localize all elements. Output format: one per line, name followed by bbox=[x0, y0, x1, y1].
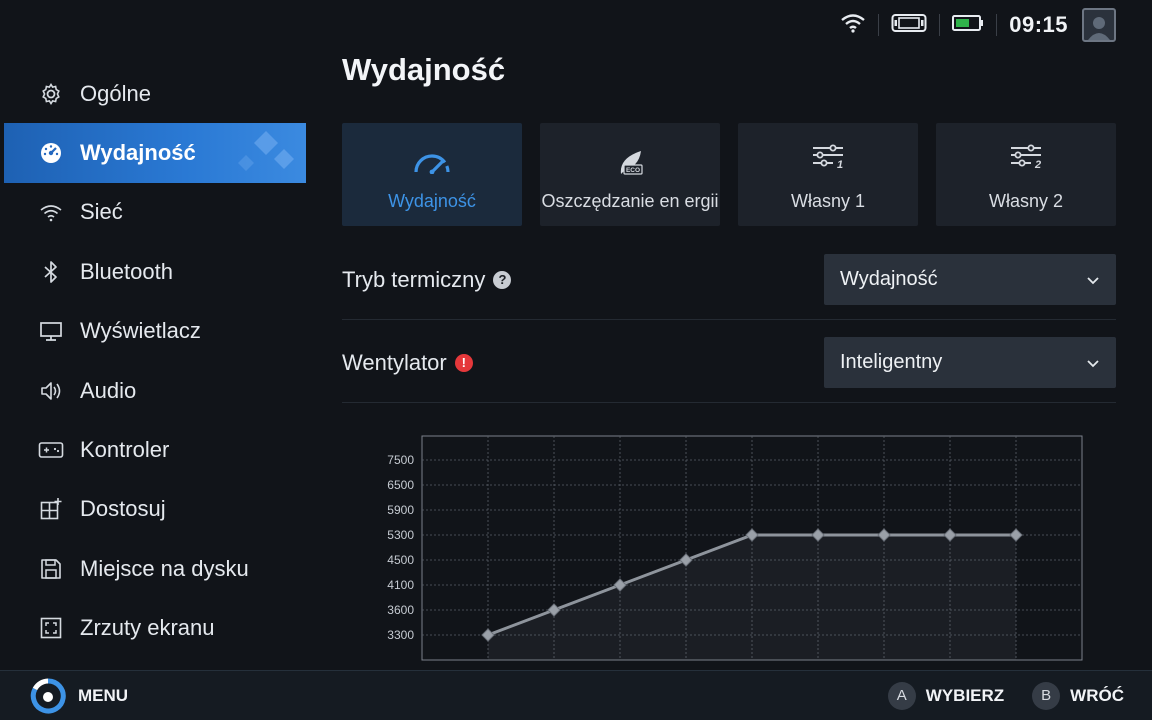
sidebar: Ogólne Wydajność Sieć Bluetooth Wyświetl… bbox=[0, 64, 306, 658]
status-divider bbox=[939, 14, 941, 36]
y-tick-label: 6500 bbox=[387, 478, 414, 492]
y-tick-label: 3600 bbox=[387, 603, 414, 617]
diamond-pattern-decoration bbox=[238, 131, 294, 172]
select-hint[interactable]: A WYBIERZ bbox=[887, 681, 1005, 710]
warning-icon[interactable]: ! bbox=[454, 353, 473, 372]
gear-icon bbox=[38, 81, 64, 107]
mode-label: Oszczędzanie en ergii bbox=[541, 190, 719, 211]
fan-dropdown[interactable]: Inteligentny bbox=[824, 337, 1116, 388]
mode-power-saving[interactable]: ECO Oszczędzanie en ergii bbox=[540, 123, 720, 226]
wifi-icon bbox=[840, 13, 866, 38]
sidebar-item-audio[interactable]: Audio bbox=[0, 361, 306, 420]
y-tick-label: 4100 bbox=[387, 578, 414, 592]
svg-text:1: 1 bbox=[837, 159, 843, 171]
wifi-icon bbox=[38, 199, 64, 225]
app-logo-icon[interactable] bbox=[30, 677, 66, 714]
mode-label: Własny 1 bbox=[790, 190, 866, 211]
y-tick-label: 4500 bbox=[387, 553, 414, 567]
select-label: WYBIERZ bbox=[925, 685, 1005, 705]
chevron-down-icon bbox=[1086, 268, 1100, 291]
mode-custom-2[interactable]: 2 Własny 2 bbox=[936, 123, 1116, 226]
b-button-icon: B bbox=[1032, 681, 1061, 710]
mode-custom-1[interactable]: 1 Własny 1 bbox=[738, 123, 918, 226]
clock: 09:15 bbox=[1009, 12, 1068, 37]
back-hint[interactable]: B WRÓĆ bbox=[1032, 681, 1124, 710]
curve-area bbox=[488, 535, 1016, 660]
mode-selector: Wydajność ECO Oszczędzanie en ergii 1 Wł… bbox=[342, 123, 1116, 226]
thermal-mode-value: Wydajność bbox=[840, 268, 938, 290]
sliders-2-icon: 2 bbox=[1009, 144, 1043, 180]
sidebar-item-label: Sieć bbox=[80, 199, 123, 225]
sidebar-item-zrzuty-ekranu[interactable]: Zrzuty ekranu bbox=[0, 599, 306, 658]
sidebar-item-bluetooth[interactable]: Bluetooth bbox=[0, 242, 306, 301]
performance-icon bbox=[38, 140, 64, 166]
mode-label: Wydajność bbox=[388, 190, 476, 211]
thermal-mode-dropdown[interactable]: Wydajność bbox=[824, 254, 1116, 305]
monitor-icon bbox=[38, 318, 64, 344]
page-title: Wydajność bbox=[342, 52, 506, 87]
sidebar-item-wydajnosc[interactable]: Wydajność bbox=[4, 123, 306, 183]
help-icon[interactable]: ? bbox=[493, 270, 512, 289]
screenshot-icon bbox=[38, 615, 64, 641]
mode-performance[interactable]: Wydajność bbox=[342, 123, 522, 226]
sidebar-item-wyswietlacz[interactable]: Wyświetlacz bbox=[0, 302, 306, 361]
sidebar-item-siec[interactable]: Sieć bbox=[0, 183, 306, 242]
y-tick-label: 7500 bbox=[387, 453, 414, 467]
thermal-mode-label: Tryb termiczny bbox=[342, 266, 486, 292]
back-label: WRÓĆ bbox=[1070, 685, 1124, 705]
divider bbox=[342, 402, 1116, 403]
fan-label: Wentylator bbox=[342, 349, 447, 375]
sidebar-item-label: Kontroler bbox=[80, 437, 170, 463]
fan-row: Wentylator ! Inteligentny bbox=[342, 337, 1116, 388]
sidebar-item-label: Audio bbox=[80, 377, 137, 403]
sidebar-item-label: Dostosuj bbox=[80, 496, 166, 522]
svg-text:ECO: ECO bbox=[626, 167, 640, 174]
customize-icon bbox=[38, 496, 64, 522]
fan-label-group: Wentylator ! bbox=[342, 350, 473, 376]
sidebar-item-kontroler[interactable]: Kontroler bbox=[0, 420, 306, 479]
sidebar-item-miejsce-na-dysku[interactable]: Miejsce na dysku bbox=[0, 539, 306, 598]
sidebar-item-label: Ogólne bbox=[80, 80, 151, 106]
svg-text:2: 2 bbox=[1034, 159, 1041, 171]
speedometer-icon bbox=[412, 150, 452, 180]
sliders-1-icon: 1 bbox=[811, 144, 845, 180]
sidebar-item-label: Zrzuty ekranu bbox=[80, 615, 215, 641]
divider bbox=[342, 319, 1116, 320]
thermal-mode-label-group: Tryb termiczny ? bbox=[342, 266, 512, 293]
sidebar-item-ogolne[interactable]: Ogólne bbox=[0, 64, 306, 123]
sidebar-item-label: Wyświetlacz bbox=[80, 318, 201, 344]
sidebar-item-label: Bluetooth bbox=[80, 258, 173, 284]
status-divider bbox=[878, 14, 880, 36]
menu-label[interactable]: MENU bbox=[78, 686, 128, 706]
y-tick-label: 5900 bbox=[387, 503, 414, 517]
status-divider bbox=[996, 14, 998, 36]
chevron-down-icon bbox=[1086, 351, 1100, 374]
button-hints: A WYBIERZ B WRÓĆ bbox=[887, 681, 1124, 710]
speaker-icon bbox=[38, 378, 64, 404]
eco-leaf-icon: ECO bbox=[615, 148, 645, 184]
sidebar-item-label: Miejsce na dysku bbox=[80, 555, 249, 581]
bottom-bar: MENU A WYBIERZ B WRÓĆ bbox=[0, 670, 1152, 720]
battery-icon bbox=[952, 14, 984, 37]
y-tick-label: 3300 bbox=[387, 628, 414, 642]
handheld-icon bbox=[891, 13, 927, 38]
bluetooth-icon bbox=[38, 259, 64, 285]
mode-label: Własny 2 bbox=[988, 190, 1064, 211]
thermal-mode-row: Tryb termiczny ? Wydajność bbox=[342, 254, 1116, 305]
avatar[interactable] bbox=[1082, 8, 1116, 42]
sidebar-item-label: Wydajność bbox=[80, 140, 196, 166]
a-button-icon: A bbox=[887, 681, 916, 710]
fan-curve-chart[interactable]: 3300 3600 4100 4500 5300 5900 6500 7500 bbox=[342, 430, 1116, 670]
fan-value: Inteligentny bbox=[840, 351, 943, 373]
sidebar-item-dostosuj[interactable]: Dostosuj bbox=[0, 480, 306, 539]
status-bar: 09:15 bbox=[792, 0, 1152, 50]
y-tick-label: 5300 bbox=[387, 528, 414, 542]
floppy-icon bbox=[38, 556, 64, 582]
gamepad-icon bbox=[38, 437, 64, 463]
